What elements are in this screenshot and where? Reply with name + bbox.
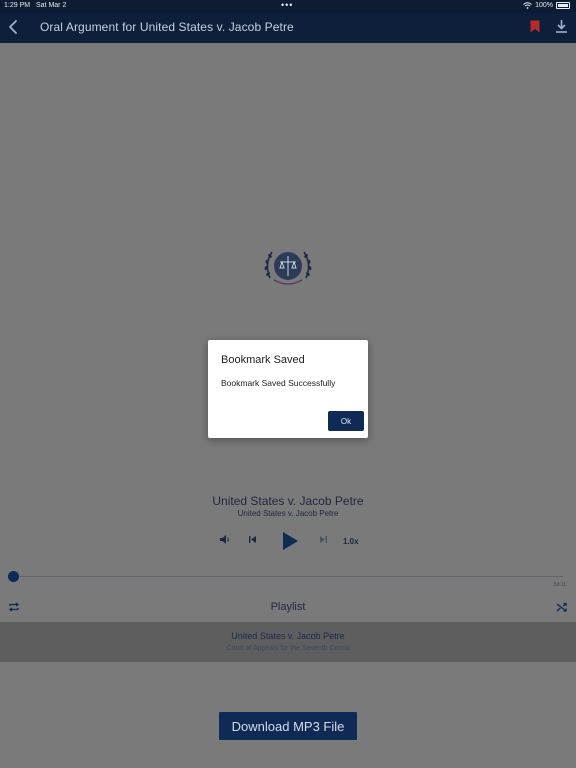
wifi-icon: [523, 2, 532, 9]
volume-icon[interactable]: [219, 534, 231, 545]
dialog-title: Bookmark Saved: [221, 354, 305, 366]
track-title: United States v. Jacob Petre: [212, 494, 364, 508]
play-icon[interactable]: [281, 530, 299, 552]
time-remaining: 59:11: [553, 582, 566, 588]
multitask-dots-icon: •••: [281, 0, 294, 10]
status-bar: 1:29 PM Sat Mar 2 ••• 100%: [0, 0, 576, 12]
next-track-icon[interactable]: [319, 535, 328, 544]
download-icon[interactable]: [555, 19, 568, 34]
battery-percent: 100%: [535, 2, 553, 9]
back-chevron-icon[interactable]: [6, 18, 22, 36]
battery-icon: [556, 2, 570, 9]
playback-controls: 1.0x: [0, 530, 576, 552]
track-subtitle: United States v. Jacob Petre: [237, 509, 339, 518]
playlist-heading: Playlist: [270, 601, 306, 613]
download-mp3-button[interactable]: Download MP3 File: [219, 712, 357, 740]
court-seal-logo: [264, 251, 312, 285]
dialog-message: Bookmark Saved Successfully: [221, 378, 336, 388]
bookmark-icon[interactable]: [530, 20, 540, 33]
status-right: 100%: [523, 2, 570, 9]
playlist-item[interactable]: United States v. Jacob Petre Court of Ap…: [0, 622, 576, 662]
page-title: Oral Argument for United States v. Jacob…: [40, 20, 294, 34]
nav-bar: Oral Argument for United States v. Jacob…: [0, 12, 576, 43]
status-date: Sat Mar 2: [36, 2, 67, 9]
playback-speed[interactable]: 1.0x: [343, 537, 359, 546]
playlist-item-subtitle: Court of Appeals for the Seventh Circuit: [226, 645, 350, 652]
status-time: 1:29 PM: [4, 2, 31, 9]
playlist-item-title: United States v. Jacob Petre: [231, 631, 345, 641]
progress-track[interactable]: [14, 576, 563, 577]
previous-track-icon[interactable]: [248, 535, 257, 544]
progress-knob[interactable]: [8, 571, 19, 582]
shuffle-icon[interactable]: [556, 601, 568, 613]
bookmark-saved-dialog: Bookmark Saved Bookmark Saved Successful…: [208, 340, 368, 438]
dialog-ok-button[interactable]: Ok: [328, 411, 364, 431]
